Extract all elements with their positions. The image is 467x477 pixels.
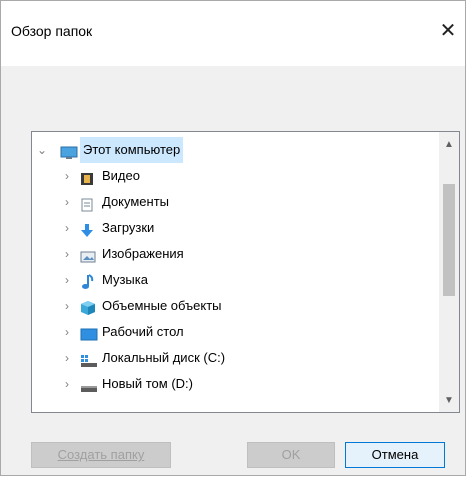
- video-film-icon: [80, 169, 96, 185]
- scroll-up-icon[interactable]: ▲: [439, 136, 459, 154]
- tree-item-local-disk-c[interactable]: › Локальный диск (C:): [32, 345, 432, 371]
- chevron-right-icon[interactable]: ›: [61, 293, 73, 319]
- chevron-right-icon[interactable]: ›: [61, 319, 73, 345]
- pictures-icon: [80, 247, 96, 263]
- ok-button[interactable]: OK: [247, 442, 335, 468]
- system-drive-icon: [80, 351, 97, 367]
- new-folder-button[interactable]: Создать папку: [31, 442, 171, 468]
- title-bar: Обзор папок ✕: [1, 1, 465, 66]
- vertical-scrollbar[interactable]: ▲ ▼: [439, 132, 459, 412]
- chevron-right-icon[interactable]: ›: [61, 371, 73, 397]
- tree-item-label: Рабочий стол: [102, 324, 184, 339]
- folder-tree[interactable]: ⌄ Этот компьютер › Видео › Документы › З…: [31, 131, 460, 413]
- tree-item-label: Видео: [102, 168, 140, 183]
- chevron-right-icon[interactable]: ›: [61, 215, 73, 241]
- tree-item-this-pc[interactable]: ⌄ Этот компьютер: [32, 137, 432, 163]
- music-note-icon: [80, 273, 96, 289]
- tree-item-music[interactable]: › Музыка: [32, 267, 432, 293]
- chevron-down-icon[interactable]: ⌄: [36, 137, 48, 163]
- tree-item-label: Этот компьютер: [80, 137, 184, 163]
- tree-item-desktop[interactable]: › Рабочий стол: [32, 319, 432, 345]
- scroll-down-icon[interactable]: ▼: [439, 392, 459, 410]
- tree-item-new-volume-d[interactable]: › Новый том (D:): [32, 371, 432, 397]
- dialog-title: Обзор папок: [11, 23, 93, 39]
- tree-item-label: Изображения: [102, 246, 184, 261]
- download-arrow-icon: [80, 221, 96, 237]
- chevron-right-icon[interactable]: ›: [61, 241, 73, 267]
- browse-folders-dialog: Обзор папок ✕ ⌄ Этот компьютер › Видео ›…: [0, 0, 466, 476]
- document-icon: [80, 195, 96, 212]
- tree-item-downloads[interactable]: › Загрузки: [32, 215, 432, 241]
- tree-item-label: Документы: [102, 194, 170, 209]
- tree-item-label: Локальный диск (C:): [102, 350, 226, 365]
- tree-item-pictures[interactable]: › Изображения: [32, 241, 432, 267]
- chevron-right-icon[interactable]: ›: [61, 267, 73, 293]
- monitor-icon: [60, 143, 78, 159]
- chevron-right-icon[interactable]: ›: [61, 163, 73, 189]
- tree-item-label: Музыка: [102, 272, 148, 287]
- scrollbar-thumb[interactable]: [443, 184, 455, 296]
- tree-item-video[interactable]: › Видео: [32, 163, 432, 189]
- close-icon[interactable]: ✕: [435, 18, 461, 44]
- chevron-right-icon[interactable]: ›: [61, 189, 73, 215]
- 3d-objects-icon: [80, 299, 96, 315]
- tree-item-label: Объемные объекты: [102, 298, 222, 313]
- tree-item-label: Загрузки: [102, 220, 155, 235]
- chevron-right-icon[interactable]: ›: [61, 345, 73, 371]
- tree-item-3d-objects[interactable]: › Объемные объекты: [32, 293, 432, 319]
- cancel-button[interactable]: Отмена: [345, 442, 445, 468]
- tree-item-documents[interactable]: › Документы: [32, 189, 432, 215]
- tree-item-label: Новый том (D:): [102, 376, 193, 391]
- drive-icon: [80, 377, 97, 392]
- desktop-icon: [80, 325, 98, 341]
